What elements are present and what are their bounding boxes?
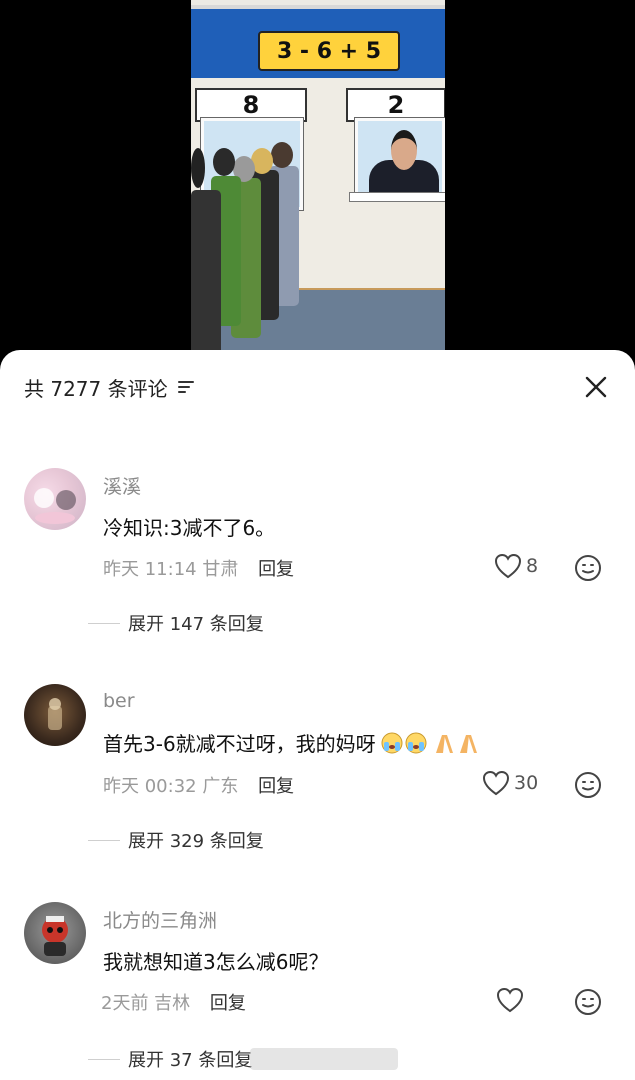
comments-count-title: 共 7277 条评论 (24, 376, 168, 401)
crying-and-pray-emojis (381, 732, 477, 754)
video-frame: 3 - 6 + 5 8 2 (191, 0, 445, 355)
comment-time-location: 昨天 11:14 甘肃 (103, 559, 239, 580)
reply-button[interactable]: 回复 (258, 559, 294, 580)
comment-text: 首先3-6就减不过呀，我的妈呀 (103, 728, 484, 760)
heart-icon (496, 987, 524, 1013)
comment-text: 我就想知道3怎么减6呢？ (103, 950, 329, 974)
emoji-stickers (380, 731, 484, 760)
comments-sheet: 共 7277 条评论 溪溪 冷知识:3减不了6。 昨天 11:14 甘肃 回复 (0, 350, 635, 1080)
watermark (250, 1048, 398, 1070)
like-button[interactable] (496, 987, 528, 1013)
video-player[interactable]: 3 - 6 + 5 8 2 (0, 0, 635, 360)
divider-line (88, 622, 120, 624)
expand-replies-label: 展开 37 条回复 (128, 1050, 253, 1071)
like-count: 8 (526, 555, 539, 577)
comment-time-location: 昨天 00:32 广东 (103, 776, 239, 797)
emoji-face-icon[interactable] (574, 554, 602, 582)
expand-replies-label: 展开 329 条回复 (128, 831, 264, 852)
emoji-face-icon[interactable] (574, 988, 602, 1016)
expand-replies-label: 展开 147 条回复 (128, 614, 264, 635)
like-count: 30 (514, 772, 539, 794)
expand-replies-button[interactable]: 展开 37 条回复 (88, 1046, 252, 1072)
equation-banner: 3 - 6 + 5 (191, 5, 445, 78)
divider-line (88, 1058, 120, 1060)
expand-replies-button[interactable]: 展开 329 条回复 (88, 827, 264, 853)
filter-icon[interactable] (177, 380, 194, 394)
left-window-sign: 8 (195, 88, 307, 122)
close-icon[interactable] (583, 374, 609, 400)
comment-meta: 2天前 吉林 回复 (101, 989, 246, 1015)
window-counter (349, 192, 445, 202)
clerk-head (391, 130, 417, 170)
heart-icon (494, 553, 522, 579)
divider-line (88, 839, 120, 841)
like-button[interactable]: 30 (482, 770, 538, 796)
right-window-sign: 2 (346, 88, 445, 122)
emoji-face-icon[interactable] (574, 771, 602, 799)
comments-header: 共 7277 条评论 (24, 372, 194, 402)
comment-text: 冷知识:3减不了6。 (103, 516, 276, 540)
equation-label: 3 - 6 + 5 (258, 31, 400, 71)
heart-icon (482, 770, 510, 796)
username[interactable]: 北方的三角洲 (103, 906, 217, 933)
like-button[interactable]: 8 (494, 553, 538, 579)
avatar[interactable] (24, 902, 86, 964)
comment-time-location: 2天前 吉林 (101, 993, 191, 1014)
comment-text-body: 首先3-6就减不过呀，我的妈呀 (103, 732, 376, 756)
comment-meta: 昨天 00:32 广东 回复 (103, 772, 294, 798)
reply-button[interactable]: 回复 (258, 776, 294, 797)
comment-meta: 昨天 11:14 甘肃 回复 (103, 555, 294, 581)
reply-button[interactable]: 回复 (210, 993, 246, 1014)
avatar[interactable] (24, 684, 86, 746)
username[interactable]: ber (103, 690, 135, 712)
avatar[interactable] (24, 468, 86, 530)
username[interactable]: 溪溪 (103, 472, 141, 499)
expand-replies-button[interactable]: 展开 147 条回复 (88, 610, 264, 636)
